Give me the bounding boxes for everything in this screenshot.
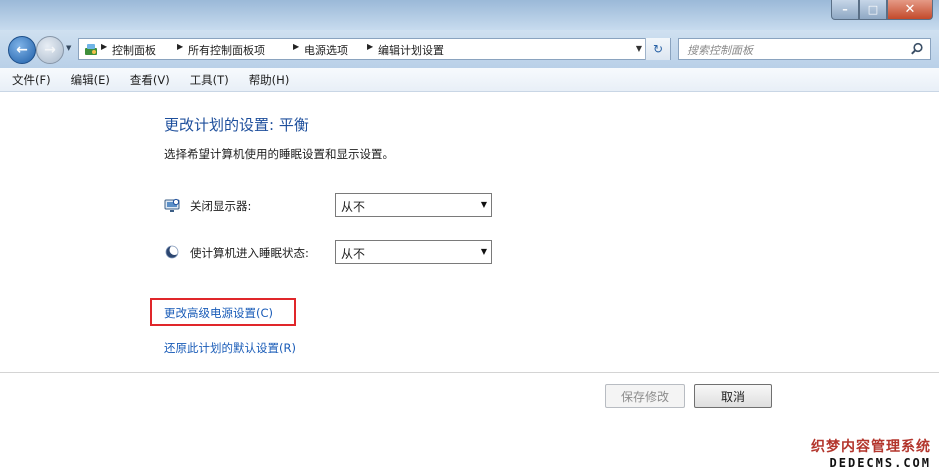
recent-pages-dropdown[interactable]: ▼ [66,44,71,52]
menu-view[interactable]: 查看(V) [130,72,170,88]
breadcrumb-separator-icon: ▶ [177,42,184,51]
divider [0,372,939,373]
navigation-bar: ← → ▼ ▶ 控制面板 ▶ 所有控制面板项 ▶ 电源选项 ▶ 编辑计划设置 ▼… [0,30,939,68]
forward-button[interactable]: → [36,36,64,64]
search-icon[interactable] [910,42,924,56]
control-panel-icon [85,44,97,55]
minimize-button[interactable]: – [831,0,859,20]
watermark-en: DEDECMS.COM [829,456,931,470]
maximize-button[interactable]: □ [859,0,887,20]
display-off-label: 关闭显示器: [190,199,252,213]
menu-file[interactable]: 文件(F) [12,72,51,88]
breadcrumb-separator-icon: ▶ [293,42,300,51]
breadcrumb-separator-icon: ▶ [101,42,108,51]
sleep-label: 使计算机进入睡眠状态: [190,246,309,260]
close-button[interactable]: ✕ [887,0,933,20]
title-bar: – □ ✕ [0,0,939,30]
refresh-button[interactable]: ↻ [645,38,670,60]
chevron-down-icon: ▼ [480,247,487,256]
breadcrumb-separator-icon: ▶ [367,42,374,51]
back-button[interactable]: ← [8,36,36,64]
display-off-select[interactable]: 从不 ▼ [335,193,492,217]
breadcrumb-power-options[interactable]: 电源选项 [304,42,348,58]
display-off-value: 从不 [341,200,366,214]
menu-bar: 文件(F) 编辑(E) 查看(V) 工具(T) 帮助(H) [0,68,939,92]
breadcrumb-control-panel[interactable]: 控制面板 [112,42,156,58]
menu-help[interactable]: 帮助(H) [249,72,290,88]
restore-defaults-link[interactable]: 还原此计划的默认设置(R) [164,340,296,356]
chevron-down-icon[interactable]: ▼ [636,44,642,53]
save-changes-button[interactable]: 保存修改 [605,384,685,408]
menu-edit[interactable]: 编辑(E) [71,72,110,88]
address-bar[interactable]: ▶ 控制面板 ▶ 所有控制面板项 ▶ 电源选项 ▶ 编辑计划设置 ▼ ↻ [78,38,671,60]
monitor-icon [164,198,180,212]
arrow-left-icon: ← [16,42,28,58]
sleep-value: 从不 [341,247,366,261]
search-box [678,38,931,60]
arrow-right-icon: → [44,42,56,58]
sleep-select[interactable]: 从不 ▼ [335,240,492,264]
advanced-power-settings-link[interactable]: 更改高级电源设置(C) [164,305,273,321]
refresh-icon: ↻ [652,42,664,56]
control-panel-window: – □ ✕ ← → ▼ ▶ 控制面板 ▶ 所有控制面板项 ▶ 电源选项 ▶ 编辑… [0,0,939,476]
cancel-button[interactable]: 取消 [694,384,772,408]
page-description: 选择希望计算机使用的睡眠设置和显示设置。 [164,147,394,161]
menu-tools[interactable]: 工具(T) [190,72,229,88]
breadcrumb-edit-plan-settings[interactable]: 编辑计划设置 [378,42,444,58]
moon-icon [165,245,180,259]
watermark-cn: 织梦内容管理系统 [811,439,931,455]
caption-buttons: – □ ✕ [831,0,933,20]
page-title: 更改计划的设置: 平衡 [164,116,309,134]
breadcrumb-all-items[interactable]: 所有控制面板项 [188,42,265,58]
chevron-down-icon: ▼ [480,200,487,209]
watermark: 织梦内容管理系统 DEDECMS.COM [811,436,931,470]
search-input[interactable] [685,41,904,59]
main-content: 更改计划的设置: 平衡 选择希望计算机使用的睡眠设置和显示设置。 关闭显示器: … [0,92,939,476]
